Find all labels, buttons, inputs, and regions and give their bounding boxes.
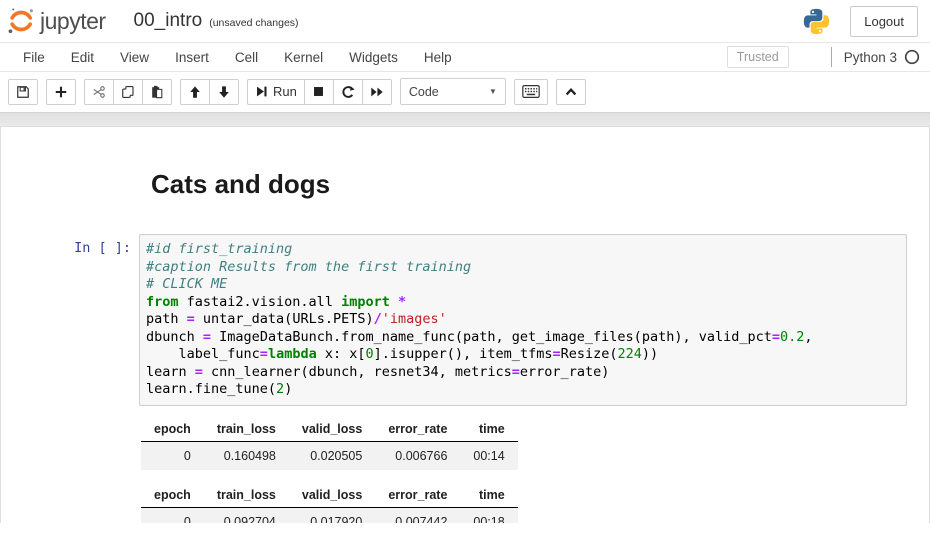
code-line: from fastai2.vision.all import *: [146, 294, 900, 312]
cell-type-value: Code: [409, 85, 439, 99]
output-area: epochtrain_lossvalid_losserror_ratetime0…: [141, 406, 929, 524]
scissors-icon: [92, 85, 106, 99]
restart-kernel-button[interactable]: [333, 79, 363, 105]
table-row: 00.0927040.0179200.00744200:18: [141, 507, 518, 523]
arrow-up-icon: [188, 85, 202, 99]
add-cell-button[interactable]: [46, 79, 76, 105]
step-forward-icon: [255, 85, 268, 98]
move-cell-up-button[interactable]: [180, 79, 210, 105]
stop-icon: [312, 85, 325, 98]
markdown-heading: Cats and dogs: [151, 169, 929, 200]
table-header-valid_loss: valid_loss: [289, 417, 375, 442]
table-cell: 00:14: [460, 441, 517, 470]
menu-item-cell[interactable]: Cell: [222, 44, 271, 71]
table-header-error_rate: error_rate: [375, 483, 460, 508]
header-bar: jupyter 00_intro (unsaved changes) Logou…: [0, 0, 930, 42]
toolbar: Run Code ▼: [0, 72, 930, 112]
table-header-epoch: epoch: [141, 417, 204, 442]
plus-icon: [54, 85, 68, 99]
notebook-title[interactable]: 00_intro: [134, 10, 203, 32]
table-row: 00.1604980.0205050.00676600:14: [141, 441, 518, 470]
jupyter-wordmark: jupyter: [40, 8, 106, 35]
table-cell: 00:18: [460, 507, 517, 523]
code-line: path = untar_data(URLs.PETS)/'images': [146, 311, 900, 329]
chevron-down-icon: ▼: [489, 87, 497, 96]
run-button-label: Run: [273, 84, 297, 99]
code-line: #id first_training: [146, 241, 900, 259]
kernel-name: Python 3: [844, 50, 897, 65]
menu-items: FileEditViewInsertCellKernelWidgetsHelp: [10, 44, 465, 71]
copy-button[interactable]: [113, 79, 143, 105]
paste-icon: [150, 85, 164, 99]
table-header-train_loss: train_loss: [204, 417, 289, 442]
menu-item-view[interactable]: View: [107, 44, 162, 71]
fast-forward-icon: [370, 85, 384, 99]
table-cell: 0.092704: [204, 507, 289, 523]
notebook-top-shadow: [0, 112, 930, 126]
run-button[interactable]: Run: [247, 79, 305, 105]
table-cell: 0.017920: [289, 507, 375, 523]
code-cell[interactable]: In [ ]: #id first_training#caption Resul…: [1, 234, 929, 406]
code-line: # CLICK ME: [146, 276, 900, 294]
table-cell: 0.006766: [375, 441, 460, 470]
table-cell: 0.007442: [375, 507, 460, 523]
arrow-down-icon: [217, 85, 231, 99]
menubar: FileEditViewInsertCellKernelWidgetsHelp …: [0, 42, 930, 72]
paste-button[interactable]: [142, 79, 172, 105]
code-line: label_func=lambda x: x[0].isupper(), ite…: [146, 346, 900, 364]
training-results-table: epochtrain_lossvalid_losserror_ratetime0…: [141, 483, 518, 524]
training-results-table: epochtrain_lossvalid_losserror_ratetime0…: [141, 417, 518, 470]
save-icon: [16, 85, 30, 99]
code-line: learn.fine_tune(2): [146, 381, 900, 399]
menu-item-edit[interactable]: Edit: [58, 44, 107, 71]
scroll-to-top-button[interactable]: [556, 79, 586, 105]
kernel-divider: [831, 47, 832, 67]
table-cell: 0.160498: [204, 441, 289, 470]
table-header-train_loss: train_loss: [204, 483, 289, 508]
markdown-cell[interactable]: Cats and dogs: [1, 169, 929, 220]
checkpoint-status: (unsaved changes): [209, 13, 298, 29]
logout-button[interactable]: Logout: [850, 6, 918, 37]
restart-run-all-button[interactable]: [362, 79, 392, 105]
menu-item-help[interactable]: Help: [411, 44, 465, 71]
code-editor[interactable]: #id first_training#caption Results from …: [139, 234, 907, 406]
code-line: #caption Results from the first training: [146, 259, 900, 277]
table-header-time: time: [460, 483, 517, 508]
table-header-epoch: epoch: [141, 483, 204, 508]
code-line: learn = cnn_learner(dbunch, resnet34, me…: [146, 364, 900, 382]
table-header-error_rate: error_rate: [375, 417, 460, 442]
jupyter-logo-icon: [6, 6, 36, 36]
cut-button[interactable]: [84, 79, 114, 105]
code-line: dbunch = ImageDataBunch.from_name_func(p…: [146, 329, 900, 347]
table-cell: 0.020505: [289, 441, 375, 470]
table-header-time: time: [460, 417, 517, 442]
python-logo-icon: [803, 8, 830, 35]
table-cell: 0: [141, 441, 204, 470]
trusted-badge: Trusted: [727, 46, 789, 68]
notebook-container: Cats and dogs In [ ]: #id first_training…: [0, 126, 930, 523]
jupyter-logo[interactable]: jupyter: [6, 6, 106, 36]
input-prompt: In [ ]:: [1, 234, 139, 256]
kernel-idle-icon: [904, 49, 920, 65]
menu-item-kernel[interactable]: Kernel: [271, 44, 336, 71]
table-header-valid_loss: valid_loss: [289, 483, 375, 508]
move-cell-down-button[interactable]: [209, 79, 239, 105]
table-cell: 0: [141, 507, 204, 523]
cell-type-select[interactable]: Code ▼: [400, 78, 506, 105]
menu-item-file[interactable]: File: [10, 44, 58, 71]
chevron-up-icon: [564, 85, 578, 99]
menu-item-widgets[interactable]: Widgets: [336, 44, 411, 71]
command-palette-button[interactable]: [514, 79, 548, 105]
menu-item-insert[interactable]: Insert: [162, 44, 222, 71]
restart-icon: [341, 85, 355, 99]
copy-icon: [121, 85, 135, 99]
interrupt-kernel-button[interactable]: [304, 79, 334, 105]
keyboard-icon: [522, 85, 540, 98]
save-button[interactable]: [8, 79, 38, 105]
